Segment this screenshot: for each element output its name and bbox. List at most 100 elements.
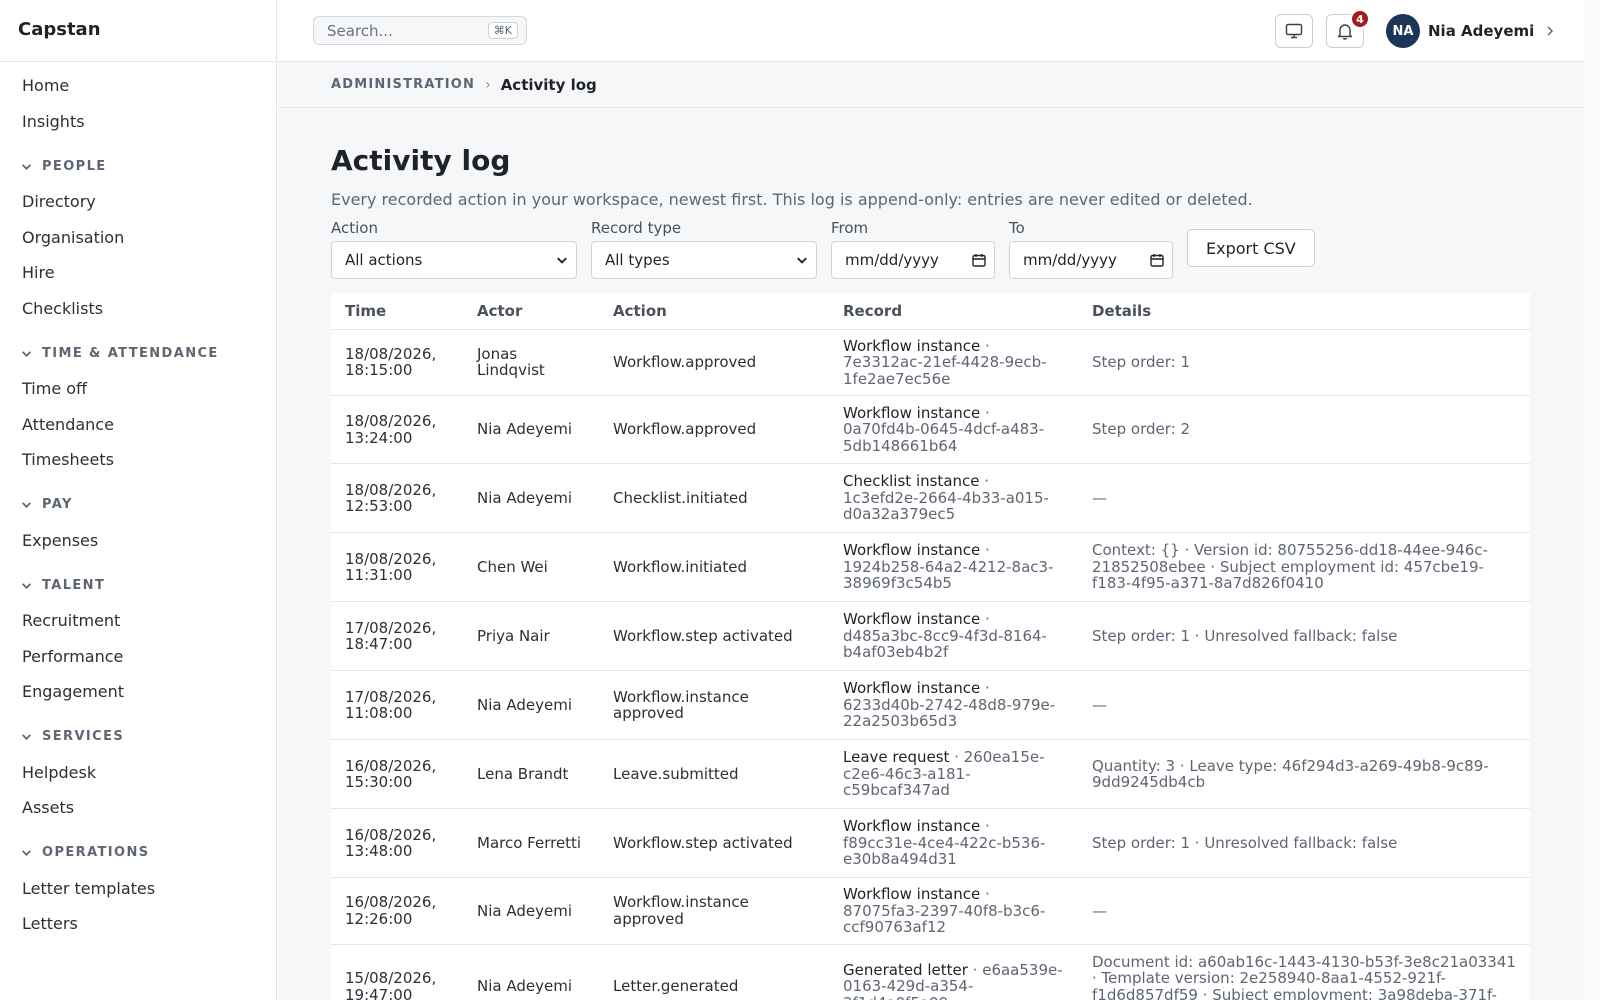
sidebar-item-time-off[interactable]: Time off <box>0 371 276 407</box>
user-menu[interactable]: NA Nia Adeyemi <box>1386 14 1554 48</box>
chevron-down-icon <box>22 850 31 856</box>
record-id: f89cc31e-4ce4-422c-b536-e30b8a494d31 <box>843 833 1046 869</box>
sidebar-item-helpdesk[interactable]: Helpdesk <box>0 755 276 791</box>
record-type: Workflow instance <box>843 679 981 698</box>
from-date-value: mm/dd/yyyy <box>845 251 939 269</box>
cell-actor: Marco Ferretti <box>463 808 599 878</box>
cell-time: 16/08/2026, 15:30:00 <box>331 739 463 809</box>
table-row[interactable]: 17/08/2026, 18:47:00 Priya Nair Workflow… <box>331 601 1530 671</box>
sidebar-item-assets[interactable]: Assets <box>0 790 276 826</box>
record-type: Workflow instance <box>843 541 981 560</box>
table-row[interactable]: 18/08/2026, 18:15:00 Jonas Lindqvist Wor… <box>331 329 1530 396</box>
column-header-record[interactable]: Record <box>829 293 1078 330</box>
main-panel: Search... ⌘K 4 NA Nia Adeyemi ADMINISTRA… <box>278 0 1584 1000</box>
sidebar-group-people: PEOPLE Directory Organisation Hire Check… <box>0 156 276 326</box>
sidebar-item-checklists[interactable]: Checklists <box>0 291 276 327</box>
search-shortcut-hint: ⌘K <box>487 22 518 39</box>
column-header-time[interactable]: Time <box>331 293 463 330</box>
sidebar-item-organisation[interactable]: Organisation <box>0 220 276 256</box>
cell-action: Checklist.initiated <box>599 463 829 533</box>
avatar: NA <box>1386 14 1420 48</box>
cell-details: Step order: 1 · Unresolved fallback: fal… <box>1078 601 1530 671</box>
sidebar-item-letter-templates[interactable]: Letter templates <box>0 871 276 907</box>
cell-actor: Nia Adeyemi <box>463 463 599 533</box>
sidebar-item-engagement[interactable]: Engagement <box>0 674 276 710</box>
monitor-icon <box>1285 23 1303 39</box>
sidebar-item-performance[interactable]: Performance <box>0 639 276 675</box>
cell-record: Workflow instance · 6233d40b-2742-48d8-9… <box>829 670 1078 740</box>
sidebar-item-directory[interactable]: Directory <box>0 184 276 220</box>
cell-time: 18/08/2026, 13:24:00 <box>331 395 463 464</box>
sidebar-item-recruitment[interactable]: Recruitment <box>0 603 276 639</box>
sidebar-group-toggle[interactable]: OPERATIONS <box>0 843 276 863</box>
sidebar-item-insights[interactable]: Insights <box>0 104 276 140</box>
sidebar-item-attendance[interactable]: Attendance <box>0 407 276 443</box>
sidebar-group-toggle[interactable]: TALENT <box>0 575 276 595</box>
to-date-value: mm/dd/yyyy <box>1023 251 1117 269</box>
cell-details: Quantity: 3 · Leave type: 46f294d3-a269-… <box>1078 739 1530 809</box>
page-subtitle: Every recorded action in your workspace,… <box>331 190 1253 209</box>
record-type: Workflow instance <box>843 336 981 355</box>
breadcrumb-section-link[interactable]: ADMINISTRATION <box>331 77 475 92</box>
cell-actor: Chen Wei <box>463 532 599 602</box>
top-bar: Search... ⌘K 4 NA Nia Adeyemi <box>278 0 1584 62</box>
table-row[interactable]: 16/08/2026, 15:30:00 Lena Brandt Leave.s… <box>331 739 1530 809</box>
action-filter-label: Action <box>331 219 378 237</box>
cell-action: Workflow.step activated <box>599 808 829 878</box>
sidebar-item-home[interactable]: Home <box>0 68 276 104</box>
sidebar-group-title: OPERATIONS <box>42 845 150 860</box>
sidebar-group-title: TIME & ATTENDANCE <box>42 345 219 361</box>
search-input[interactable]: Search... ⌘K <box>313 16 527 45</box>
to-date-label: To <box>1009 219 1025 237</box>
cell-record: Workflow instance · 1924b258-64a2-4212-8… <box>829 532 1078 602</box>
bell-icon <box>1337 24 1353 40</box>
table-row[interactable]: 18/08/2026, 11:31:00 Chen Wei Workflow.i… <box>331 532 1530 602</box>
sidebar-item-expenses[interactable]: Expenses <box>0 523 276 559</box>
display-button[interactable] <box>1275 14 1313 48</box>
sidebar-group-operations: OPERATIONS Letter templates Letters <box>0 843 276 942</box>
sidebar-group-toggle[interactable]: TIME & ATTENDANCE <box>0 343 276 363</box>
cell-actor: Priya Nair <box>463 601 599 671</box>
from-date-input[interactable]: mm/dd/yyyy <box>831 241 995 279</box>
calendar-icon <box>1150 254 1164 267</box>
sidebar-group-time-attendance: TIME & ATTENDANCE Time off Attendance Ti… <box>0 343 276 478</box>
export-csv-button[interactable]: Export CSV <box>1187 229 1315 267</box>
table-row[interactable]: 18/08/2026, 13:24:00 Nia Adeyemi Workflo… <box>331 395 1530 464</box>
record-type-filter-label: Record type <box>591 219 682 237</box>
sidebar-item-hire[interactable]: Hire <box>0 255 276 291</box>
notifications-button[interactable]: 4 <box>1326 9 1370 48</box>
cell-actor: Nia Adeyemi <box>463 877 599 945</box>
chevron-down-icon <box>22 502 31 508</box>
cell-record: Generated letter · e6aa539e-0163-429d-a3… <box>829 944 1078 1000</box>
sidebar-group-pay: PAY Expenses <box>0 495 276 559</box>
cell-action: Letter.generated <box>599 944 829 1000</box>
chevron-down-icon <box>797 257 807 264</box>
sidebar-group-toggle[interactable]: SERVICES <box>0 727 276 747</box>
chevron-down-icon <box>557 257 567 264</box>
cell-time: 17/08/2026, 11:08:00 <box>331 670 463 740</box>
column-header-actor[interactable]: Actor <box>463 293 599 330</box>
sidebar-group-title: PEOPLE <box>42 158 107 174</box>
table-row[interactable]: 16/08/2026, 13:48:00 Marco Ferretti Work… <box>331 808 1530 878</box>
cell-record: Workflow instance · d485a3bc-8cc9-4f3d-8… <box>829 601 1078 671</box>
brand-logo[interactable]: Capstan <box>0 0 276 62</box>
cell-details: Step order: 2 <box>1078 395 1530 464</box>
table-row[interactable]: 15/08/2026, 19:47:00 Nia Adeyemi Letter.… <box>331 944 1530 1000</box>
record-type-select[interactable]: All types <box>591 241 817 279</box>
sidebar-item-letters[interactable]: Letters <box>0 906 276 942</box>
column-header-action[interactable]: Action <box>599 293 829 330</box>
action-select[interactable]: All actions <box>331 241 577 279</box>
table-row[interactable]: 16/08/2026, 12:26:00 Nia Adeyemi Workflo… <box>331 877 1530 945</box>
page-scrollbar[interactable] <box>1584 0 1600 1000</box>
column-header-details[interactable]: Details <box>1078 293 1530 330</box>
cell-time: 18/08/2026, 11:31:00 <box>331 532 463 602</box>
sidebar-item-timesheets[interactable]: Timesheets <box>0 442 276 478</box>
sidebar-group-toggle[interactable]: PAY <box>0 495 276 515</box>
calendar-icon <box>972 254 986 267</box>
table-row[interactable]: 17/08/2026, 11:08:00 Nia Adeyemi Workflo… <box>331 670 1530 740</box>
cell-details: Document id: a60ab16c-1443-4130-b53f-3e8… <box>1078 944 1530 1000</box>
table-row[interactable]: 18/08/2026, 12:53:00 Nia Adeyemi Checkli… <box>331 463 1530 533</box>
to-date-input[interactable]: mm/dd/yyyy <box>1009 241 1173 279</box>
sidebar-group-toggle[interactable]: PEOPLE <box>0 156 276 176</box>
record-id: 7e3312ac-21ef-4428-9ecb-1fe2ae7ec56e <box>843 353 1047 388</box>
